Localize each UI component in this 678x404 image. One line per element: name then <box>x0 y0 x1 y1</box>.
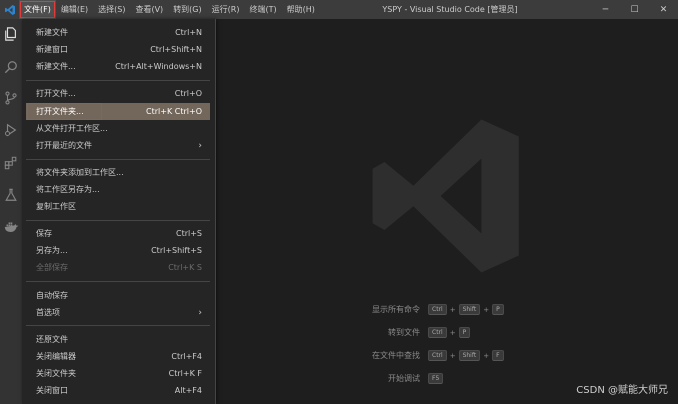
menu-item-close-window[interactable]: 关闭窗口 Alt+F4 <box>26 382 210 399</box>
menu-go[interactable]: 转到(G) <box>168 0 206 19</box>
menu-edit[interactable]: 编辑(E) <box>56 0 93 19</box>
docker-icon[interactable] <box>3 219 19 235</box>
menu-item-open-file[interactable]: 打开文件... Ctrl+O <box>26 85 210 102</box>
shortcut-label: 在文件中查找 <box>372 351 420 360</box>
menu-help[interactable]: 帮助(H) <box>282 0 320 19</box>
window-controls: ─ ☐ ✕ <box>591 0 678 19</box>
shortcut-row: 开始调试 F5 <box>316 373 444 384</box>
menu-item-save-workspace-as[interactable]: 将工作区另存为... <box>26 181 210 198</box>
run-debug-icon[interactable] <box>3 122 19 138</box>
vscode-watermark-icon <box>359 111 529 281</box>
menu-item-new-file[interactable]: 新建文件 Ctrl+N <box>26 24 210 41</box>
menu-separator <box>26 281 210 282</box>
menu-separator <box>26 159 210 160</box>
key-cap: P <box>492 304 504 315</box>
menu-bar: 文件(F) 编辑(E) 选择(S) 查看(V) 转到(G) 运行(R) 终端(T… <box>19 0 320 19</box>
menu-item-new-window[interactable]: 新建窗口 Ctrl+Shift+N <box>26 41 210 58</box>
shortcut-row: 在文件中查找 Ctrl + Shift + F <box>316 350 504 361</box>
key-cap: Ctrl <box>428 304 447 315</box>
shortcut-label: 显示所有命令 <box>372 305 420 314</box>
search-icon[interactable] <box>3 59 19 75</box>
window-title: YSPY - Visual Studio Code [管理员] <box>382 5 518 14</box>
editor-area[interactable]: 显示所有命令 Ctrl + Shift + P 转到文件 Ctrl + P 在文件中查… <box>216 19 678 404</box>
chevron-right-icon: › <box>198 140 202 151</box>
key-cap: Ctrl <box>428 350 447 361</box>
vscode-logo-icon <box>0 0 19 19</box>
extensions-icon[interactable] <box>3 155 19 171</box>
menu-item-new-file-dialog[interactable]: 新建文件... Ctrl+Alt+Windows+N <box>26 58 210 75</box>
menu-item-open-folder[interactable]: 打开文件夹... Ctrl+K Ctrl+O <box>26 103 210 120</box>
menu-item-save-all: 全部保存 Ctrl+K S <box>36 263 202 272</box>
key-cap: P <box>458 327 471 338</box>
maximize-button[interactable]: ☐ <box>620 0 649 19</box>
menu-terminal[interactable]: 终端(T) <box>244 0 281 19</box>
menu-run[interactable]: 运行(R) <box>207 0 245 19</box>
shortcut-row: 转到文件 Ctrl + P <box>316 327 471 338</box>
menu-separator <box>26 325 210 326</box>
title-bar: 文件(F) 编辑(E) 选择(S) 查看(V) 转到(G) 运行(R) 终端(T… <box>0 0 678 19</box>
activity-bar <box>0 19 22 404</box>
key-cap: Ctrl <box>428 327 447 338</box>
csdn-watermark: CSDN @赋能大师兄 <box>576 385 668 396</box>
menu-item-open-workspace[interactable]: 从文件打开工作区... <box>26 120 210 137</box>
source-control-icon[interactable] <box>3 90 19 106</box>
vscode-window: 文件(F) 编辑(E) 选择(S) 查看(V) 转到(G) 运行(R) 终端(T… <box>0 0 678 404</box>
key-cap: Shift <box>458 350 481 361</box>
chevron-right-icon: › <box>198 307 202 318</box>
minimize-button[interactable]: ─ <box>591 0 620 19</box>
key-cap: F5 <box>428 373 444 384</box>
key-cap: Shift <box>458 304 481 315</box>
menu-item-save[interactable]: 保存 Ctrl+S <box>26 225 210 242</box>
menu-item-open-recent[interactable]: 打开最近的文件 › <box>26 137 210 154</box>
menu-file[interactable]: 文件(F) <box>19 0 56 19</box>
menu-separator <box>26 80 210 81</box>
explorer-icon[interactable] <box>3 26 19 42</box>
menu-item-auto-save[interactable]: 自动保存 <box>26 287 210 304</box>
shortcut-row: 显示所有命令 Ctrl + Shift + P <box>316 304 504 315</box>
menu-selection[interactable]: 选择(S) <box>93 0 130 19</box>
menu-item-add-folder-to-workspace[interactable]: 将文件夹添加到工作区... <box>26 164 210 181</box>
key-cap: F <box>492 350 504 361</box>
menu-item-revert-file[interactable]: 还原文件 <box>26 331 210 348</box>
menu-item-duplicate-workspace[interactable]: 复制工作区 <box>26 198 210 215</box>
menu-item-save-as[interactable]: 另存为... Ctrl+Shift+S <box>26 242 210 259</box>
shortcut-label: 转到文件 <box>388 328 420 337</box>
menu-item-preferences[interactable]: 首选项 › <box>26 304 210 321</box>
testing-icon[interactable] <box>3 187 19 203</box>
shortcut-label: 开始调试 <box>388 374 420 383</box>
menu-item-close-editor[interactable]: 关闭编辑器 Ctrl+F4 <box>26 348 210 365</box>
menu-view[interactable]: 查看(V) <box>130 0 168 19</box>
close-button[interactable]: ✕ <box>649 0 678 19</box>
menu-item-close-folder[interactable]: 关闭文件夹 Ctrl+K F <box>26 365 210 382</box>
menu-separator <box>26 220 210 221</box>
file-menu-dropdown: 新建文件 Ctrl+N 新建窗口 Ctrl+Shift+N 新建文件... Ctrl+… <box>22 19 216 404</box>
